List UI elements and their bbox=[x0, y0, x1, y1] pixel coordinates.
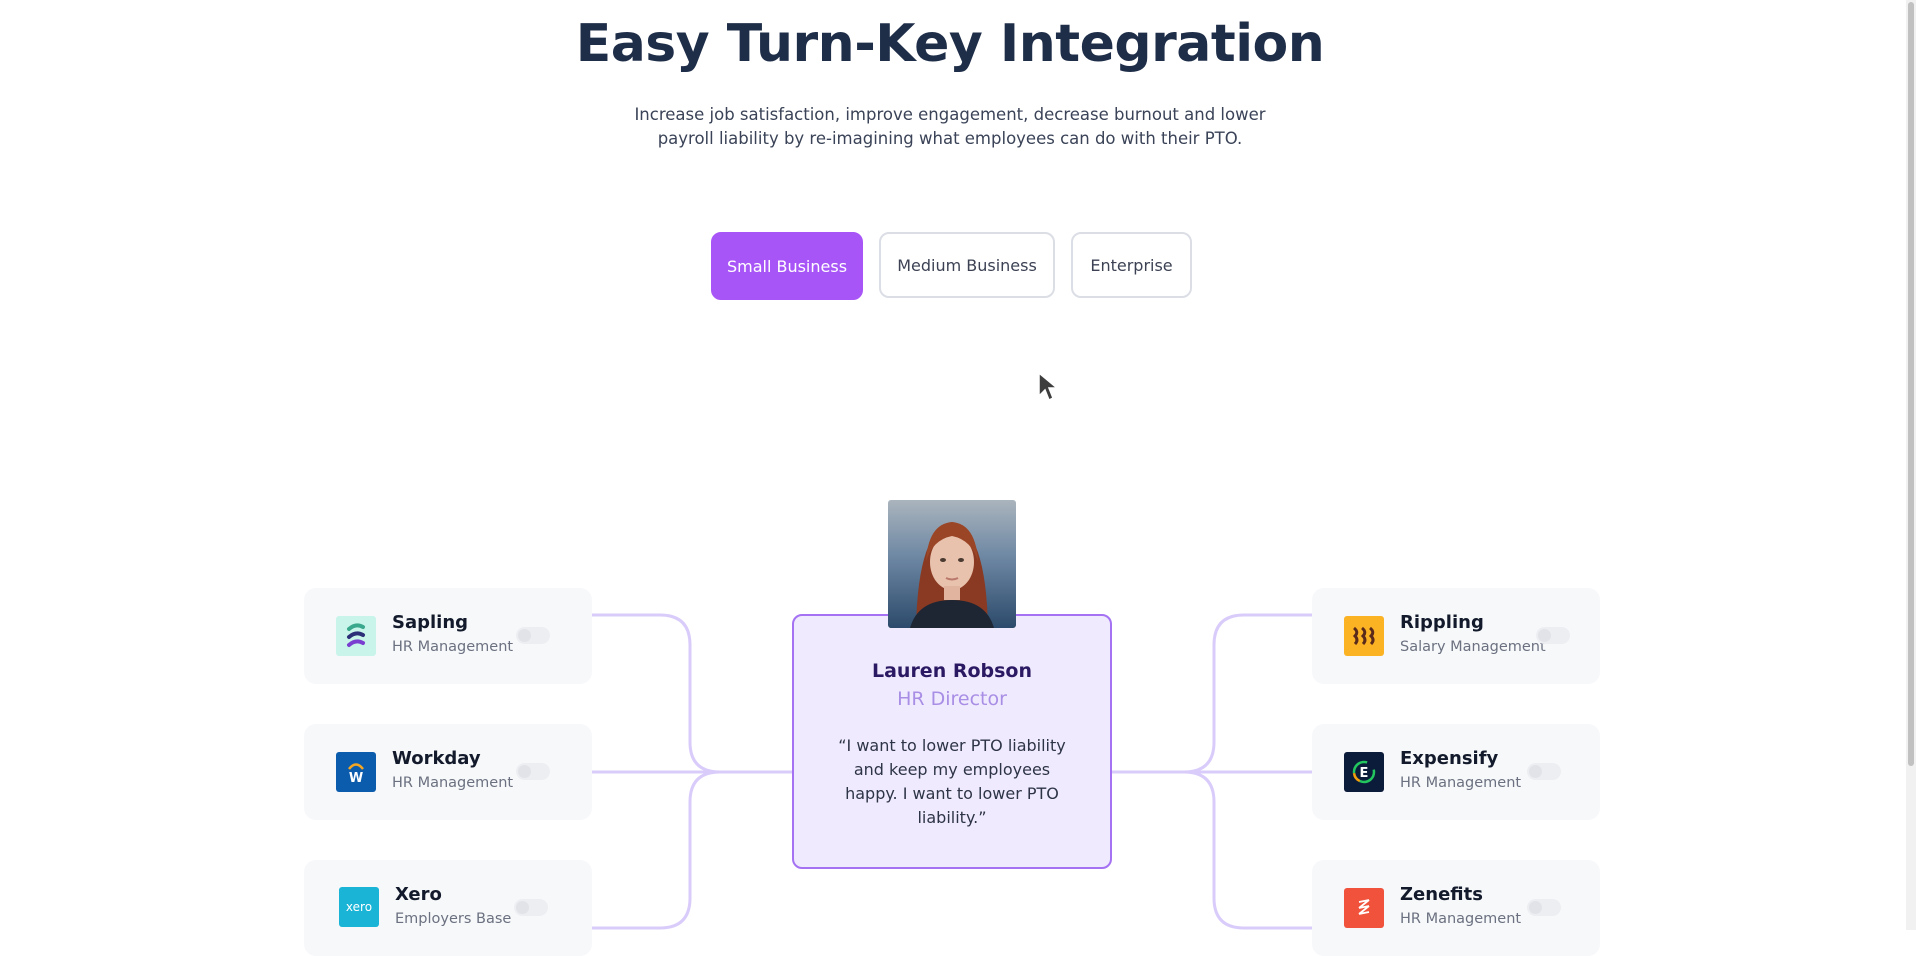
workday-toggle[interactable] bbox=[516, 763, 550, 780]
page-subtitle: Increase job satisfaction, improve engag… bbox=[634, 105, 1266, 148]
integration-card-expensify[interactable]: E Expensify HR Management bbox=[1312, 724, 1600, 820]
integration-category: Employers Base bbox=[395, 911, 512, 927]
integration-name: Zenefits bbox=[1400, 884, 1483, 905]
tab-small-business[interactable]: Small Business bbox=[711, 232, 863, 300]
zenefits-logo-icon bbox=[1344, 888, 1384, 928]
toggle-knob bbox=[516, 901, 529, 914]
tab-medium-business[interactable]: Medium Business bbox=[879, 232, 1055, 298]
integration-category: Salary Management bbox=[1400, 639, 1546, 655]
xero-toggle[interactable] bbox=[514, 899, 548, 916]
integration-name: Xero bbox=[395, 884, 442, 905]
integration-name: Expensify bbox=[1400, 748, 1499, 769]
integration-category: HR Management bbox=[1400, 911, 1522, 927]
integration-card-sapling[interactable]: Sapling HR Management bbox=[304, 588, 592, 684]
persona-card: Lauren Robson HR Director “I want to low… bbox=[792, 614, 1112, 869]
toggle-knob bbox=[1529, 765, 1542, 778]
integration-card-zenefits[interactable]: Zenefits HR Management bbox=[1312, 860, 1600, 956]
integration-card-xero[interactable]: xero Xero Employers Base bbox=[304, 860, 592, 956]
integration-category: HR Management bbox=[1400, 775, 1522, 791]
persona-quote: “I want to lower PTO liability and keep … bbox=[838, 736, 1066, 827]
mouse-cursor-icon bbox=[1038, 372, 1057, 402]
integration-card-workday[interactable]: W Workday HR Management bbox=[304, 724, 592, 820]
rippling-logo-icon bbox=[1344, 616, 1384, 656]
sapling-toggle[interactable] bbox=[516, 627, 550, 644]
integration-name: Rippling bbox=[1400, 612, 1484, 633]
integration-card-rippling[interactable]: Rippling Salary Management bbox=[1312, 588, 1600, 684]
sapling-logo-icon bbox=[336, 616, 376, 656]
connector-sapling bbox=[592, 613, 792, 774]
toggle-knob bbox=[518, 765, 531, 778]
scrollbar-thumb[interactable] bbox=[1908, 2, 1914, 766]
integration-category: HR Management bbox=[392, 775, 514, 791]
workday-logo-text: W bbox=[349, 771, 363, 786]
toggle-knob bbox=[518, 629, 531, 642]
integration-category: HR Management bbox=[392, 639, 514, 655]
avatar bbox=[888, 500, 1016, 628]
integration-name: Sapling bbox=[392, 612, 469, 633]
xero-logo-icon: xero bbox=[339, 887, 379, 927]
expensify-toggle[interactable] bbox=[1527, 763, 1561, 780]
connector-xero bbox=[592, 770, 721, 930]
zenefits-toggle[interactable] bbox=[1527, 899, 1561, 916]
connector-zenefits bbox=[1183, 770, 1312, 930]
expensify-logo-text: E bbox=[1360, 766, 1369, 781]
integration-name: Workday bbox=[392, 748, 481, 769]
tab-enterprise[interactable]: Enterprise bbox=[1071, 232, 1192, 298]
rippling-toggle[interactable] bbox=[1536, 627, 1570, 644]
page-title: Easy Turn-Key Integration bbox=[575, 14, 1325, 74]
workday-logo-icon: W bbox=[336, 752, 376, 792]
persona-name: Lauren Robson bbox=[871, 660, 1033, 682]
connector-rippling bbox=[1112, 613, 1312, 774]
toggle-knob bbox=[1538, 629, 1551, 642]
xero-logo-text: xero bbox=[345, 900, 373, 914]
expensify-logo-icon: E bbox=[1344, 752, 1384, 792]
toggle-knob bbox=[1529, 901, 1542, 914]
persona-role: HR Director bbox=[897, 688, 1007, 710]
